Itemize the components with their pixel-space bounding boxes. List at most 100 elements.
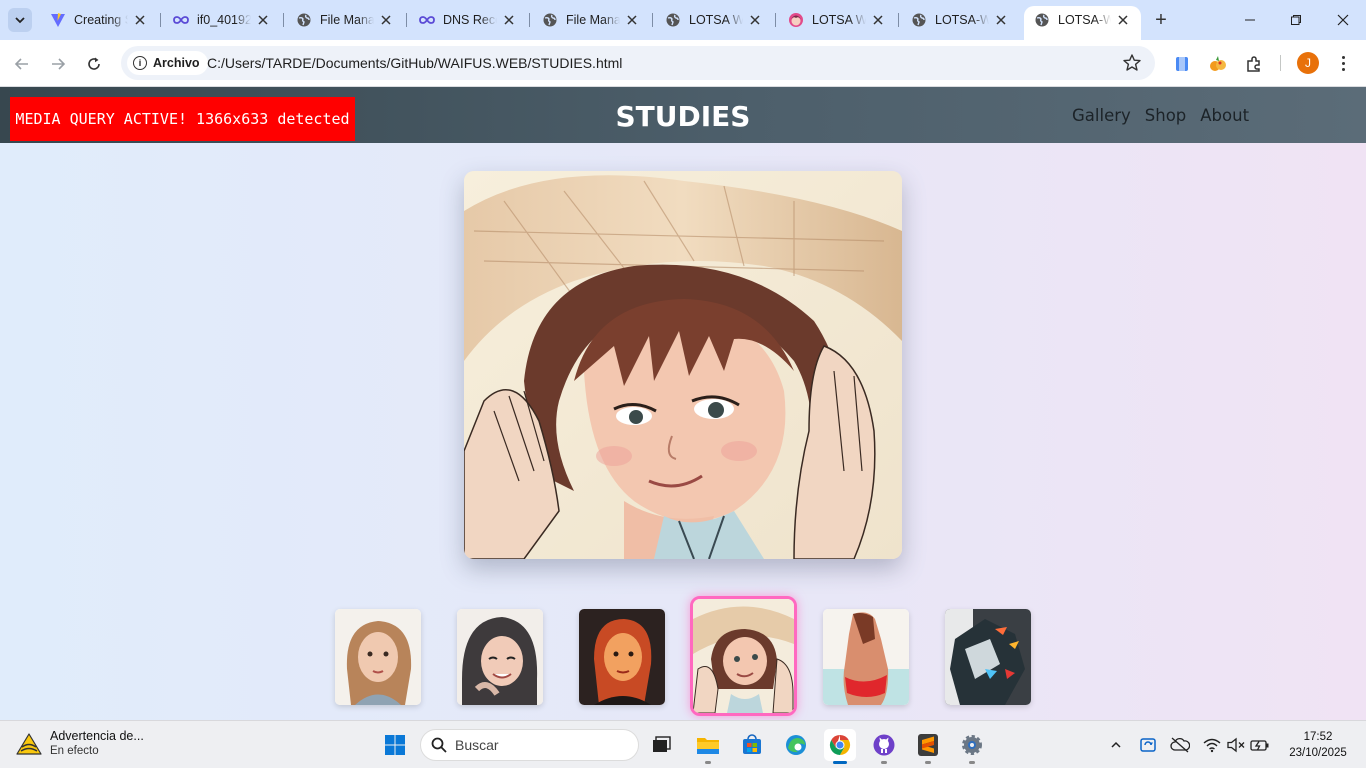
browser-tab-4[interactable]: DNS Reco (409, 6, 527, 34)
close-tab-icon[interactable] (501, 12, 517, 28)
store-icon (743, 734, 761, 754)
main-artwork-image[interactable] (464, 171, 902, 559)
taskbar: Advertencia de... En efecto Buscar 17:52… (0, 720, 1366, 768)
site-header: MEDIA QUERY ACTIVE! 1366x633 detected ST… (0, 87, 1366, 143)
straw-hat-girl-illustration (464, 171, 902, 559)
thumbnail-5[interactable] (823, 609, 909, 705)
site-info-chip[interactable]: i Archivo (127, 51, 208, 75)
close-tab-icon[interactable] (132, 12, 148, 28)
browser-tab-1[interactable]: Creating S (40, 6, 158, 34)
thumbnail-4-active[interactable] (690, 596, 797, 716)
warning-icon (16, 733, 42, 755)
volume-tray-icon[interactable] (1226, 735, 1246, 755)
restore-icon (1291, 15, 1301, 25)
tab-title: LOTSA-W (1058, 13, 1111, 27)
close-window-button[interactable] (1331, 8, 1355, 32)
url-text[interactable]: C:/Users/TARDE/Documents/GitHub/WAIFUS.W… (207, 55, 622, 71)
chrome-browser-app[interactable] (824, 729, 856, 764)
battery-charging-icon (1250, 740, 1269, 751)
thumbnail-3[interactable] (579, 609, 665, 705)
edge-icon (786, 735, 806, 755)
thumbnail-2[interactable] (457, 609, 543, 705)
sublime-text-app[interactable] (912, 729, 944, 764)
browser-tab-3[interactable]: File Mana (286, 6, 404, 34)
tab-title: LOTSA W (689, 13, 743, 27)
edge-browser-app[interactable] (780, 729, 812, 761)
tab-search-button[interactable] (8, 8, 32, 32)
clock-date: 23/10/2025 (1289, 747, 1347, 759)
globe-icon (542, 12, 558, 28)
sync-tray-icon[interactable] (1138, 735, 1158, 755)
show-hidden-icons-button[interactable] (1106, 735, 1126, 755)
clock-time: 17:52 (1303, 731, 1333, 743)
onedrive-tray-icon[interactable] (1170, 735, 1190, 755)
infinity-icon (419, 12, 435, 28)
profile-avatar[interactable]: J (1297, 52, 1319, 74)
globe-icon (296, 12, 312, 28)
thumb-dark-hair-girl-image (457, 609, 543, 705)
battery-tray-icon[interactable] (1250, 735, 1270, 755)
tab-separator (529, 13, 530, 27)
new-tab-button[interactable]: + (1150, 9, 1172, 31)
tab-separator (160, 13, 161, 27)
chevron-up-icon (1111, 741, 1121, 748)
tab-title: Creating S (74, 13, 128, 27)
globe-icon (1034, 12, 1050, 28)
wifi-icon (1203, 738, 1221, 753)
extensions-puzzle-icon[interactable] (1243, 53, 1265, 75)
file-explorer-app[interactable] (692, 729, 724, 764)
windows-logo-icon (385, 735, 405, 755)
close-tab-icon[interactable] (378, 12, 394, 28)
close-tab-icon[interactable] (255, 12, 271, 28)
close-tab-icon[interactable] (624, 12, 640, 28)
weather-warning-widget[interactable]: Advertencia de... En efecto (16, 729, 144, 759)
reload-button[interactable] (80, 50, 108, 78)
tab-title: File Mana (566, 13, 620, 27)
cloud-off-icon (1170, 737, 1190, 753)
site-nav: Gallery Shop About (1072, 106, 1249, 125)
nav-link-gallery[interactable]: Gallery (1072, 106, 1131, 125)
tab-separator (898, 13, 899, 27)
close-tab-icon[interactable] (993, 12, 1009, 28)
minimize-icon (1245, 19, 1255, 21)
wifi-tray-icon[interactable] (1202, 735, 1222, 755)
github-desktop-app[interactable] (868, 729, 900, 764)
tab-separator (775, 13, 776, 27)
browser-tab-5[interactable]: File Mana (532, 6, 650, 34)
close-tab-icon[interactable] (870, 12, 886, 28)
system-clock[interactable]: 17:52 23/10/2025 (1280, 729, 1356, 761)
bookmark-star-icon[interactable] (1122, 53, 1142, 73)
browser-tab-8[interactable]: LOTSA-W (901, 6, 1019, 34)
sync-icon (1140, 738, 1156, 752)
forward-button[interactable] (44, 50, 72, 78)
browser-menu-icon[interactable] (1333, 53, 1353, 73)
minimize-button[interactable] (1238, 8, 1262, 32)
microsoft-store-app[interactable] (736, 729, 768, 761)
thumbnail-strip (0, 596, 1366, 720)
task-view-button[interactable] (645, 729, 677, 761)
settings-app[interactable] (956, 729, 988, 764)
thumbnail-1[interactable] (335, 609, 421, 705)
thumb-abstract-figure-image (945, 609, 1031, 705)
start-button[interactable] (379, 729, 411, 761)
address-bar[interactable]: i Archivo C:/Users/TARDE/Documents/GitHu… (121, 46, 1155, 80)
browser-tab-9[interactable]: LOTSA-W (1024, 6, 1141, 40)
browser-tab-7[interactable]: LOTSA W (778, 6, 896, 34)
fruit-extension-icon[interactable] (1207, 53, 1229, 75)
reader-extension-icon[interactable] (1171, 53, 1193, 75)
thumbnail-6[interactable] (945, 609, 1031, 705)
close-tab-icon[interactable] (1115, 12, 1131, 28)
close-icon (1337, 14, 1349, 26)
restore-button[interactable] (1284, 8, 1308, 32)
gear-icon (962, 735, 982, 755)
browser-tab-2[interactable]: if0_40192 (163, 6, 281, 34)
nav-link-about[interactable]: About (1200, 106, 1249, 125)
nav-link-shop[interactable]: Shop (1145, 106, 1187, 125)
close-tab-icon[interactable] (747, 12, 763, 28)
back-button[interactable] (8, 50, 36, 78)
tab-title: File Mana (320, 13, 374, 27)
browser-toolbar: i Archivo C:/Users/TARDE/Documents/GitHu… (0, 40, 1366, 87)
browser-tab-6[interactable]: LOTSA W (655, 6, 773, 34)
taskbar-search[interactable]: Buscar (420, 729, 639, 761)
volume-muted-icon (1227, 737, 1245, 753)
